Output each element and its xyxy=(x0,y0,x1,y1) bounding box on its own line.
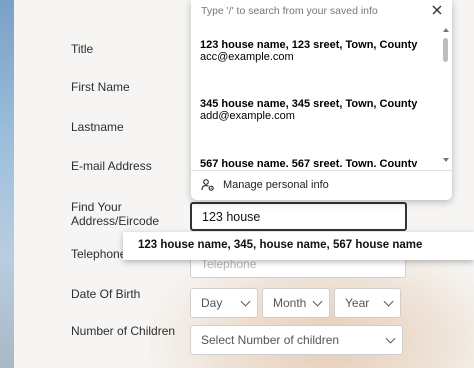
saved-info-popup: Type '/' to search from your saved info … xyxy=(191,0,452,200)
chevron-down-icon xyxy=(383,296,394,307)
telephone-label: Telephone xyxy=(71,247,127,261)
chevron-down-icon xyxy=(312,296,323,307)
children-label: Number of Children xyxy=(71,324,176,338)
person-settings-icon xyxy=(201,179,214,191)
scroll-up-icon[interactable] xyxy=(443,28,449,32)
saved-address-text: 123 house name, 123 sreet, Town, County xyxy=(200,39,418,51)
dob-month-value: Month xyxy=(273,296,307,310)
close-icon[interactable] xyxy=(430,3,444,17)
lastname-label: Lastname xyxy=(71,120,124,134)
chevron-down-icon xyxy=(240,296,251,307)
saved-address-item[interactable]: 123 house name, 123 sreet, Town, County … xyxy=(200,39,417,63)
scroll-down-icon[interactable] xyxy=(443,158,449,162)
email-label: E-mail Address xyxy=(71,159,152,173)
chevron-down-icon xyxy=(385,333,396,344)
address-autocomplete-dropdown[interactable]: 123 house name, 345, house name, 567 hou… xyxy=(123,232,474,260)
children-select-value: Select Number of children xyxy=(201,333,340,347)
saved-email-text: acc@example.com xyxy=(200,51,294,63)
address-autocomplete-option[interactable]: 123 house name, 345, house name, 567 hou… xyxy=(138,239,422,251)
dob-day-select[interactable]: Day xyxy=(190,288,258,318)
manage-personal-info-label: Manage personal info xyxy=(223,179,329,191)
dob-label: Date Of Birth xyxy=(71,287,141,301)
saved-address-item[interactable]: 345 house name, 345 sreet, Town, County … xyxy=(200,98,417,122)
address-input[interactable]: 123 house xyxy=(190,202,407,231)
scrollbar-thumb[interactable] xyxy=(443,38,448,62)
background-image-left xyxy=(0,0,14,368)
dob-month-select[interactable]: Month xyxy=(262,288,330,318)
saved-email-text: add@example.com xyxy=(200,110,295,122)
saved-address-text: 567 house name, 567 sreet, Town, County xyxy=(200,158,418,167)
manage-personal-info-row[interactable]: Manage personal info xyxy=(191,171,452,200)
saved-address-text: 345 house name, 345 sreet, Town, County xyxy=(200,98,418,110)
title-label: Title xyxy=(71,42,94,56)
dob-day-value: Day xyxy=(201,296,223,310)
address-input-value: 123 house xyxy=(202,209,261,224)
saved-address-item[interactable]: 567 house name, 567 sreet, Town, County xyxy=(200,158,417,167)
popup-search-hint: Type '/' to search from your saved info xyxy=(201,5,378,17)
find-address-label-line2: Address/Eircode xyxy=(71,214,160,228)
first-name-label: First Name xyxy=(71,80,130,94)
dob-year-value: Year xyxy=(345,296,370,310)
dob-year-select[interactable]: Year xyxy=(334,288,401,318)
children-select[interactable]: Select Number of children xyxy=(190,325,403,355)
